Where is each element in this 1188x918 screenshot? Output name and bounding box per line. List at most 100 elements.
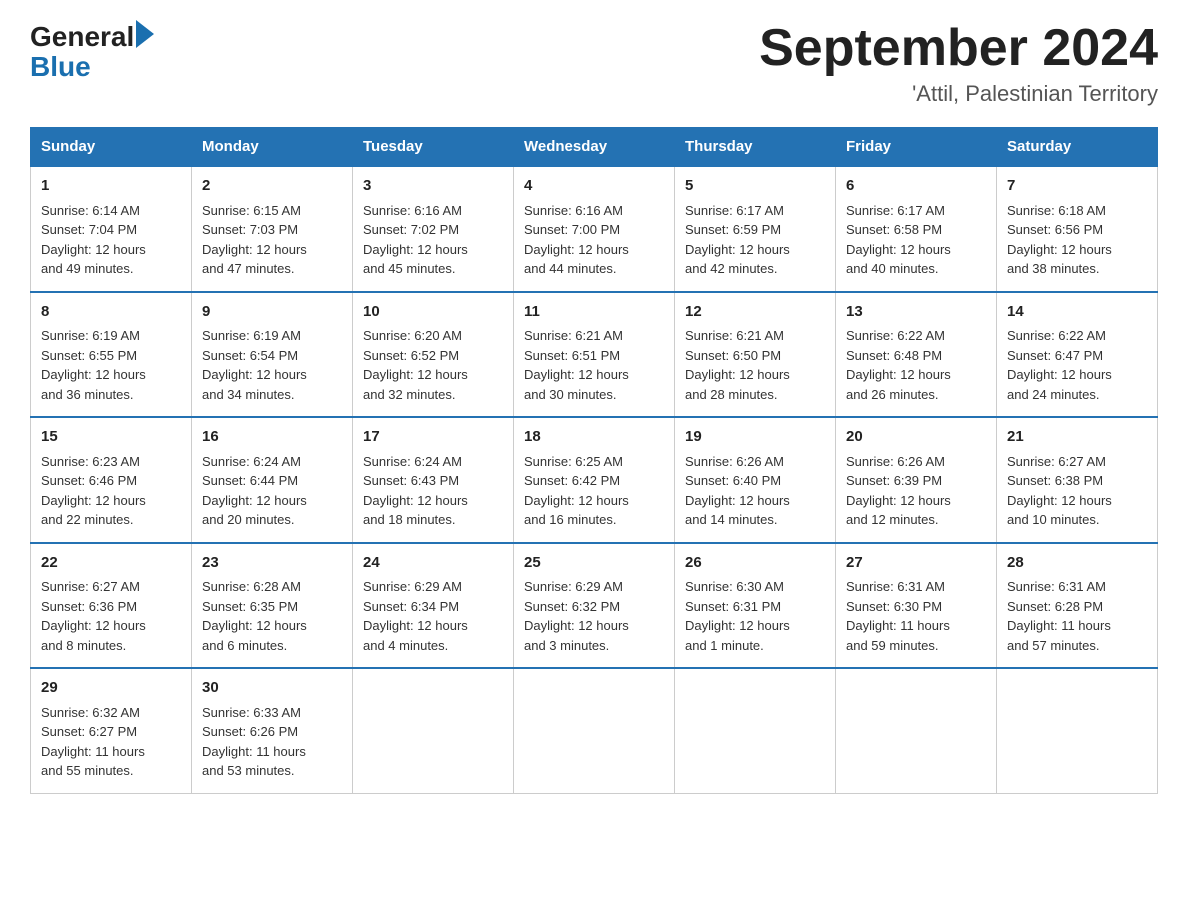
day-number: 4 [524,175,664,198]
day-info: Sunrise: 6:19 AMSunset: 6:54 PMDaylight:… [202,328,307,402]
day-info: Sunrise: 6:33 AMSunset: 6:26 PMDaylight:… [202,705,306,779]
day-info: Sunrise: 6:26 AMSunset: 6:39 PMDaylight:… [846,454,951,528]
calendar-cell: 25 Sunrise: 6:29 AMSunset: 6:32 PMDaylig… [514,543,675,669]
day-info: Sunrise: 6:25 AMSunset: 6:42 PMDaylight:… [524,454,629,528]
day-number: 8 [41,301,181,324]
day-number: 9 [202,301,342,324]
day-number: 13 [846,301,986,324]
day-info: Sunrise: 6:14 AMSunset: 7:04 PMDaylight:… [41,203,146,277]
calendar-cell: 10 Sunrise: 6:20 AMSunset: 6:52 PMDaylig… [353,292,514,418]
day-info: Sunrise: 6:20 AMSunset: 6:52 PMDaylight:… [363,328,468,402]
calendar-cell: 20 Sunrise: 6:26 AMSunset: 6:39 PMDaylig… [836,417,997,543]
logo: General Blue [30,20,154,81]
calendar-cell: 13 Sunrise: 6:22 AMSunset: 6:48 PMDaylig… [836,292,997,418]
col-header-thursday: Thursday [675,128,836,167]
calendar-cell: 23 Sunrise: 6:28 AMSunset: 6:35 PMDaylig… [192,543,353,669]
day-info: Sunrise: 6:26 AMSunset: 6:40 PMDaylight:… [685,454,790,528]
day-number: 18 [524,426,664,449]
calendar-cell: 22 Sunrise: 6:27 AMSunset: 6:36 PMDaylig… [31,543,192,669]
calendar-cell: 7 Sunrise: 6:18 AMSunset: 6:56 PMDayligh… [997,166,1158,292]
calendar-cell: 8 Sunrise: 6:19 AMSunset: 6:55 PMDayligh… [31,292,192,418]
day-number: 22 [41,552,181,575]
day-number: 28 [1007,552,1147,575]
day-number: 16 [202,426,342,449]
month-title: September 2024 [759,20,1158,77]
day-info: Sunrise: 6:28 AMSunset: 6:35 PMDaylight:… [202,579,307,653]
calendar-header-row: SundayMondayTuesdayWednesdayThursdayFrid… [31,128,1158,167]
logo-general-text: General [30,23,134,51]
calendar-cell: 24 Sunrise: 6:29 AMSunset: 6:34 PMDaylig… [353,543,514,669]
title-area: September 2024 'Attil, Palestinian Terri… [759,20,1158,107]
col-header-saturday: Saturday [997,128,1158,167]
day-info: Sunrise: 6:24 AMSunset: 6:44 PMDaylight:… [202,454,307,528]
calendar-cell: 6 Sunrise: 6:17 AMSunset: 6:58 PMDayligh… [836,166,997,292]
day-info: Sunrise: 6:30 AMSunset: 6:31 PMDaylight:… [685,579,790,653]
logo-blue-text: Blue [30,53,91,81]
calendar-cell [675,668,836,793]
calendar-cell: 19 Sunrise: 6:26 AMSunset: 6:40 PMDaylig… [675,417,836,543]
day-info: Sunrise: 6:16 AMSunset: 7:02 PMDaylight:… [363,203,468,277]
day-info: Sunrise: 6:31 AMSunset: 6:30 PMDaylight:… [846,579,950,653]
calendar-cell: 12 Sunrise: 6:21 AMSunset: 6:50 PMDaylig… [675,292,836,418]
calendar-week-row: 29 Sunrise: 6:32 AMSunset: 6:27 PMDaylig… [31,668,1158,793]
day-number: 1 [41,175,181,198]
day-number: 7 [1007,175,1147,198]
calendar-cell: 11 Sunrise: 6:21 AMSunset: 6:51 PMDaylig… [514,292,675,418]
day-number: 15 [41,426,181,449]
day-info: Sunrise: 6:22 AMSunset: 6:47 PMDaylight:… [1007,328,1112,402]
day-info: Sunrise: 6:24 AMSunset: 6:43 PMDaylight:… [363,454,468,528]
calendar-cell [353,668,514,793]
calendar-cell: 14 Sunrise: 6:22 AMSunset: 6:47 PMDaylig… [997,292,1158,418]
calendar-cell: 1 Sunrise: 6:14 AMSunset: 7:04 PMDayligh… [31,166,192,292]
day-info: Sunrise: 6:15 AMSunset: 7:03 PMDaylight:… [202,203,307,277]
calendar-cell: 17 Sunrise: 6:24 AMSunset: 6:43 PMDaylig… [353,417,514,543]
day-number: 12 [685,301,825,324]
day-number: 6 [846,175,986,198]
day-number: 23 [202,552,342,575]
calendar-cell: 18 Sunrise: 6:25 AMSunset: 6:42 PMDaylig… [514,417,675,543]
day-number: 30 [202,677,342,700]
col-header-monday: Monday [192,128,353,167]
day-info: Sunrise: 6:29 AMSunset: 6:32 PMDaylight:… [524,579,629,653]
col-header-tuesday: Tuesday [353,128,514,167]
day-info: Sunrise: 6:18 AMSunset: 6:56 PMDaylight:… [1007,203,1112,277]
col-header-sunday: Sunday [31,128,192,167]
day-number: 24 [363,552,503,575]
calendar-cell: 26 Sunrise: 6:30 AMSunset: 6:31 PMDaylig… [675,543,836,669]
day-number: 20 [846,426,986,449]
calendar-cell: 16 Sunrise: 6:24 AMSunset: 6:44 PMDaylig… [192,417,353,543]
day-number: 5 [685,175,825,198]
calendar-cell: 30 Sunrise: 6:33 AMSunset: 6:26 PMDaylig… [192,668,353,793]
location-subtitle: 'Attil, Palestinian Territory [759,81,1158,107]
day-number: 19 [685,426,825,449]
calendar-cell: 29 Sunrise: 6:32 AMSunset: 6:27 PMDaylig… [31,668,192,793]
calendar-week-row: 22 Sunrise: 6:27 AMSunset: 6:36 PMDaylig… [31,543,1158,669]
col-header-friday: Friday [836,128,997,167]
col-header-wednesday: Wednesday [514,128,675,167]
day-number: 10 [363,301,503,324]
day-number: 27 [846,552,986,575]
day-info: Sunrise: 6:23 AMSunset: 6:46 PMDaylight:… [41,454,146,528]
calendar-cell: 21 Sunrise: 6:27 AMSunset: 6:38 PMDaylig… [997,417,1158,543]
calendar-table: SundayMondayTuesdayWednesdayThursdayFrid… [30,127,1158,794]
logo-triangle-icon [136,20,154,48]
calendar-cell: 27 Sunrise: 6:31 AMSunset: 6:30 PMDaylig… [836,543,997,669]
day-info: Sunrise: 6:32 AMSunset: 6:27 PMDaylight:… [41,705,145,779]
day-info: Sunrise: 6:21 AMSunset: 6:51 PMDaylight:… [524,328,629,402]
calendar-week-row: 8 Sunrise: 6:19 AMSunset: 6:55 PMDayligh… [31,292,1158,418]
day-info: Sunrise: 6:27 AMSunset: 6:38 PMDaylight:… [1007,454,1112,528]
day-number: 11 [524,301,664,324]
day-info: Sunrise: 6:29 AMSunset: 6:34 PMDaylight:… [363,579,468,653]
day-number: 14 [1007,301,1147,324]
day-info: Sunrise: 6:19 AMSunset: 6:55 PMDaylight:… [41,328,146,402]
day-info: Sunrise: 6:21 AMSunset: 6:50 PMDaylight:… [685,328,790,402]
calendar-cell: 28 Sunrise: 6:31 AMSunset: 6:28 PMDaylig… [997,543,1158,669]
calendar-cell [514,668,675,793]
page-header: General Blue September 2024 'Attil, Pale… [30,20,1158,107]
day-info: Sunrise: 6:17 AMSunset: 6:59 PMDaylight:… [685,203,790,277]
day-number: 29 [41,677,181,700]
day-number: 25 [524,552,664,575]
calendar-cell: 15 Sunrise: 6:23 AMSunset: 6:46 PMDaylig… [31,417,192,543]
calendar-cell: 4 Sunrise: 6:16 AMSunset: 7:00 PMDayligh… [514,166,675,292]
day-number: 26 [685,552,825,575]
